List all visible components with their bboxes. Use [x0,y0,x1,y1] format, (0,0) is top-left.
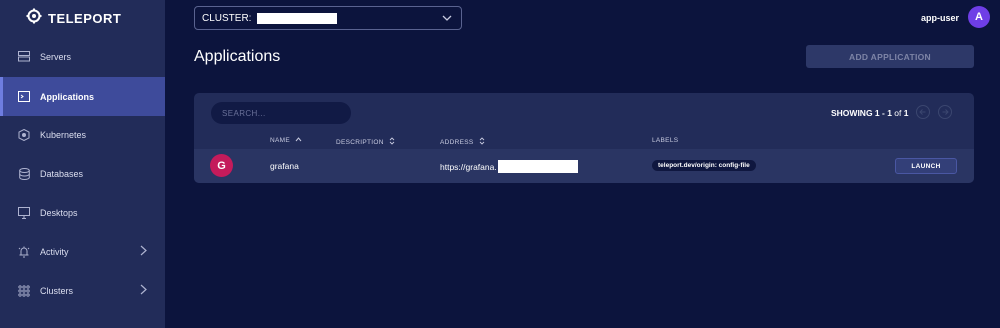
sidebar-item-clusters[interactable]: Clusters [0,271,165,310]
column-label: ADDRESS [440,138,474,146]
terminal-window-icon [18,91,30,103]
showing-of: of [891,108,904,118]
sidebar-item-label: Activity [40,246,69,257]
showing-range: 1 - 1 [874,108,892,118]
sidebar: TELEPORT Servers Applications Kubernetes… [0,0,165,328]
logo-text: TELEPORT [48,10,122,26]
app-icon: G [210,154,233,177]
avatar[interactable]: A [968,6,990,28]
chevron-right-icon [941,103,949,121]
sidebar-item-servers[interactable]: Servers [0,37,165,76]
column-header-labels: LABELS [652,137,678,144]
chevron-left-icon [919,103,927,121]
page-title: Applications [194,48,281,65]
sidebar-item-label: Databases [40,168,84,179]
sidebar-item-label: Clusters [40,285,74,296]
app-address-text: https://grafana. [440,161,497,172]
applications-table: SHOWING 1 - 1 of 1 NAME DESCRIPTION ADDR… [194,93,974,183]
sidebar-item-activity[interactable]: Activity [0,232,165,271]
monitor-icon [18,206,30,219]
search-input[interactable] [211,102,351,124]
kubernetes-icon [18,128,30,141]
user-name[interactable]: app-user [921,13,959,23]
grid-icon [18,284,30,297]
sidebar-item-label: Kubernetes [40,129,87,140]
sidebar-item-label: Applications [40,91,95,102]
label-pill: teleport.dev/origin: config-file [652,160,756,171]
add-application-button[interactable]: ADD APPLICATION [806,45,974,68]
column-header-name[interactable]: NAME [270,137,302,144]
sidebar-item-kubernetes[interactable]: Kubernetes [0,115,165,154]
chevron-down-icon [442,14,452,25]
cluster-label: CLUSTER: [202,12,252,24]
sort-icon [479,137,485,147]
column-label: NAME [270,137,290,144]
next-page-button[interactable] [938,105,952,119]
sort-icon [389,137,395,147]
sidebar-item-databases[interactable]: Databases [0,154,165,193]
sidebar-item-desktops[interactable]: Desktops [0,193,165,232]
table-header: NAME DESCRIPTION ADDRESS LABELS [194,133,974,149]
teleport-logo[interactable]: TELEPORT [26,8,122,29]
app-address: https://grafana. [440,160,578,173]
address-redacted [497,160,578,173]
pagination-status: SHOWING 1 - 1 of 1 [831,108,908,118]
chevron-right-icon [140,245,147,258]
cluster-value-redacted [257,12,338,24]
prev-page-button[interactable] [916,105,930,119]
column-label: LABELS [652,137,679,144]
database-icon [18,167,30,180]
chevron-right-icon [140,284,147,297]
sort-ascending-icon [295,137,302,144]
app-name: grafana [270,161,299,171]
launch-button[interactable]: LAUNCH [895,158,957,174]
showing-total: 1 [903,108,909,118]
column-label: DESCRIPTION [336,138,384,146]
sidebar-item-label: Servers [40,51,72,62]
teleport-logo-icon [26,8,42,29]
activity-icon [18,246,30,258]
sidebar-item-label: Desktops [40,207,78,218]
table-row: G grafana https://grafana. teleport.dev/… [194,149,974,183]
cluster-select[interactable]: CLUSTER: [194,6,462,30]
showing-prefix: SHOWING [831,108,875,118]
sidebar-item-applications[interactable]: Applications [0,77,165,116]
server-icon [18,51,30,63]
column-header-description[interactable]: DESCRIPTION [336,137,395,147]
column-header-address[interactable]: ADDRESS [440,137,485,147]
